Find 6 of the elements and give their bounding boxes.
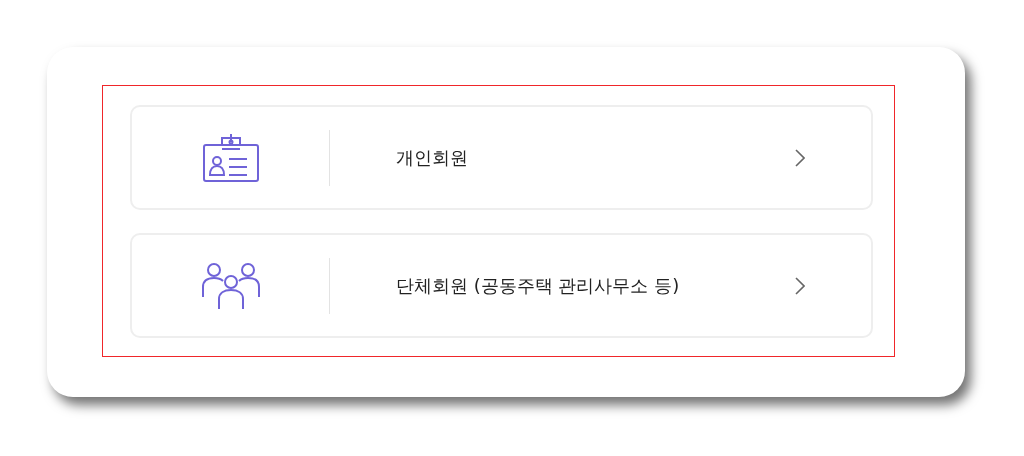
people-icon <box>199 260 262 311</box>
chevron-right-icon <box>795 148 805 167</box>
id-card-icon <box>201 132 260 183</box>
member-type-option[interactable]: 개인회원 <box>130 105 873 210</box>
member-type-option[interactable]: 단체회원 (공동주택 관리사무소 등) <box>130 233 873 338</box>
chevron-right-icon <box>795 276 805 295</box>
